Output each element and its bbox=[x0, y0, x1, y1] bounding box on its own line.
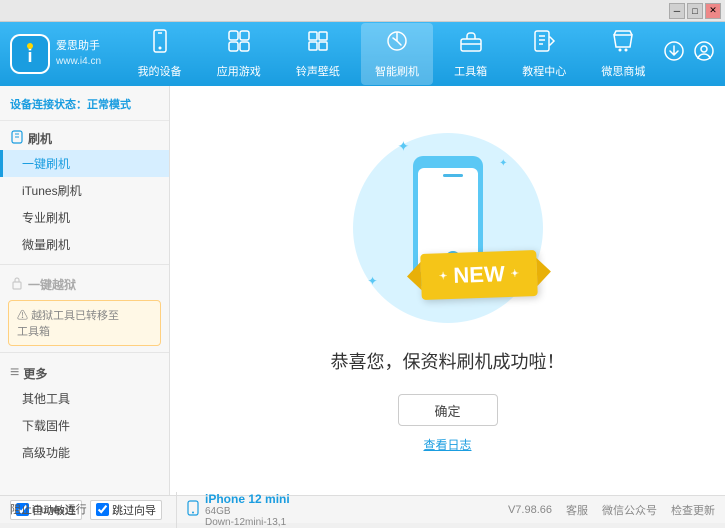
view-log-link[interactable]: 查看日志 bbox=[423, 436, 471, 453]
sidebar: 设备连接状态：正常模式 刷机 一键刷机 iTunes刷机 专业刷机 微量刷机 bbox=[0, 86, 170, 495]
nav-ringtone[interactable]: 铃声壁纸 bbox=[282, 23, 354, 85]
nav-app-label: 应用游戏 bbox=[217, 63, 261, 79]
nav-my-device-label: 我的设备 bbox=[138, 63, 182, 79]
store-icon bbox=[611, 29, 635, 59]
version-text: V7.98.66 bbox=[508, 504, 552, 516]
main-area: 设备连接状态：正常模式 刷机 一键刷机 iTunes刷机 专业刷机 微量刷机 bbox=[0, 86, 725, 495]
new-label: NEW bbox=[453, 261, 505, 289]
sidebar-item-pro-flash[interactable]: 专业刷机 bbox=[0, 204, 169, 231]
user-button[interactable] bbox=[693, 40, 715, 68]
bottom-bar: 自动敏连 跳过向导 iPhone 12 mini 64GB Down-12min… bbox=[0, 495, 725, 523]
app-icon bbox=[227, 29, 251, 59]
logo-text: 爱思助手 www.i4.cn bbox=[56, 39, 101, 68]
skip-wizard-checkbox[interactable]: 跳过向导 bbox=[90, 500, 162, 520]
flash-icon bbox=[385, 29, 409, 59]
more-icon: ≡ bbox=[10, 364, 19, 382]
device-info: iPhone 12 mini 64GB Down-12mini-13,1 bbox=[176, 492, 290, 528]
nav-toolbox[interactable]: 工具箱 bbox=[440, 23, 501, 85]
itunes-status: 阻止iTunes运行 bbox=[10, 501, 87, 517]
title-bar: ─ □ ✕ bbox=[0, 0, 725, 22]
success-message: 恭喜您，保资料刷机成功啦！ bbox=[331, 348, 565, 374]
ribbon-right bbox=[537, 257, 552, 285]
skip-wizard-input[interactable] bbox=[96, 503, 109, 516]
sidebar-group-jailbreak: 一键越狱 bbox=[0, 271, 169, 296]
sparkle-2: ✦ bbox=[499, 158, 507, 169]
nav-smart-flash[interactable]: 智能刷机 bbox=[361, 23, 433, 85]
bottom-right: V7.98.66 客服 微信公众号 检查更新 bbox=[508, 502, 715, 518]
notice-icon: ⚠ bbox=[17, 310, 31, 322]
divider-1 bbox=[0, 264, 169, 265]
sidebar-item-other-tools[interactable]: 其他工具 bbox=[0, 385, 169, 412]
notice-text: 越狱工具已转移至工具箱 bbox=[17, 310, 119, 338]
sidebar-item-one-key-flash[interactable]: 一键刷机 bbox=[0, 150, 169, 177]
ribbon-shape: ✦ NEW ✦ bbox=[421, 250, 539, 300]
device-model: Down-12mini-13,1 bbox=[205, 517, 290, 528]
lock-icon bbox=[10, 276, 24, 293]
nav-right-buttons bbox=[663, 40, 715, 68]
ribbon-left bbox=[407, 262, 422, 290]
sidebar-item-downgrade-flash[interactable]: 微量刷机 bbox=[0, 231, 169, 258]
nav-store-label: 微思商城 bbox=[601, 63, 645, 79]
nav-store[interactable]: 微思商城 bbox=[587, 23, 659, 85]
tutorial-icon bbox=[532, 29, 556, 59]
connection-status: 设备连接状态：正常模式 bbox=[0, 92, 169, 121]
divider-2 bbox=[0, 352, 169, 353]
sidebar-item-download-firmware[interactable]: 下载固件 bbox=[0, 412, 169, 439]
device-name: iPhone 12 mini bbox=[205, 492, 290, 506]
logo-icon: i bbox=[10, 34, 50, 74]
minimize-button[interactable]: ─ bbox=[669, 3, 685, 19]
device-icon bbox=[148, 29, 172, 59]
window-controls[interactable]: ─ □ ✕ bbox=[669, 3, 721, 19]
toolbox-icon bbox=[459, 29, 483, 59]
maximize-button[interactable]: □ bbox=[687, 3, 703, 19]
sparkle-1: ✦ bbox=[398, 138, 410, 155]
nav-tutorial[interactable]: 教程中心 bbox=[508, 23, 580, 85]
sidebar-item-itunes-flash[interactable]: iTunes刷机 bbox=[0, 177, 169, 204]
check-update-link[interactable]: 检查更新 bbox=[671, 502, 715, 518]
nav-flash-label: 智能刷机 bbox=[375, 63, 419, 79]
sidebar-group-more: ≡ 更多 bbox=[0, 359, 169, 385]
device-storage: 64GB bbox=[205, 506, 290, 517]
content-area: ✦ ✦ ✦ ✦ NEW ✦ 恭喜您，保资料刷机成功啦！ 确定 查看日志 bbox=[170, 86, 725, 495]
nav-my-device[interactable]: 我的设备 bbox=[124, 23, 196, 85]
nav-tutorial-label: 教程中心 bbox=[522, 63, 566, 79]
nav-app-game[interactable]: 应用游戏 bbox=[203, 23, 275, 85]
download-button[interactable] bbox=[663, 40, 685, 68]
jailbreak-notice: ⚠ 越狱工具已转移至工具箱 bbox=[8, 300, 161, 346]
sidebar-group-flash: 刷机 bbox=[0, 125, 169, 150]
nav-items: 我的设备 应用游戏 铃声壁纸 bbox=[120, 23, 663, 85]
wechat-link[interactable]: 微信公众号 bbox=[602, 502, 657, 518]
nav-toolbox-label: 工具箱 bbox=[454, 63, 487, 79]
ringtone-icon bbox=[306, 29, 330, 59]
confirm-button[interactable]: 确定 bbox=[398, 394, 498, 426]
sparkle-3: ✦ bbox=[368, 274, 378, 288]
nav-bar: i 爱思助手 www.i4.cn 我的设备 bbox=[0, 22, 725, 86]
sidebar-item-advanced[interactable]: 高级功能 bbox=[0, 439, 169, 466]
customer-service-link[interactable]: 客服 bbox=[566, 502, 588, 518]
device-phone-icon bbox=[187, 500, 199, 519]
new-ribbon: ✦ NEW ✦ bbox=[421, 252, 537, 298]
success-illustration: ✦ ✦ ✦ ✦ NEW ✦ bbox=[338, 128, 558, 328]
nav-ringtone-label: 铃声壁纸 bbox=[296, 63, 340, 79]
close-button[interactable]: ✕ bbox=[705, 3, 721, 19]
flash-group-icon bbox=[10, 130, 24, 147]
logo-area: i 爱思助手 www.i4.cn bbox=[10, 34, 110, 74]
phone-speaker bbox=[443, 174, 463, 177]
